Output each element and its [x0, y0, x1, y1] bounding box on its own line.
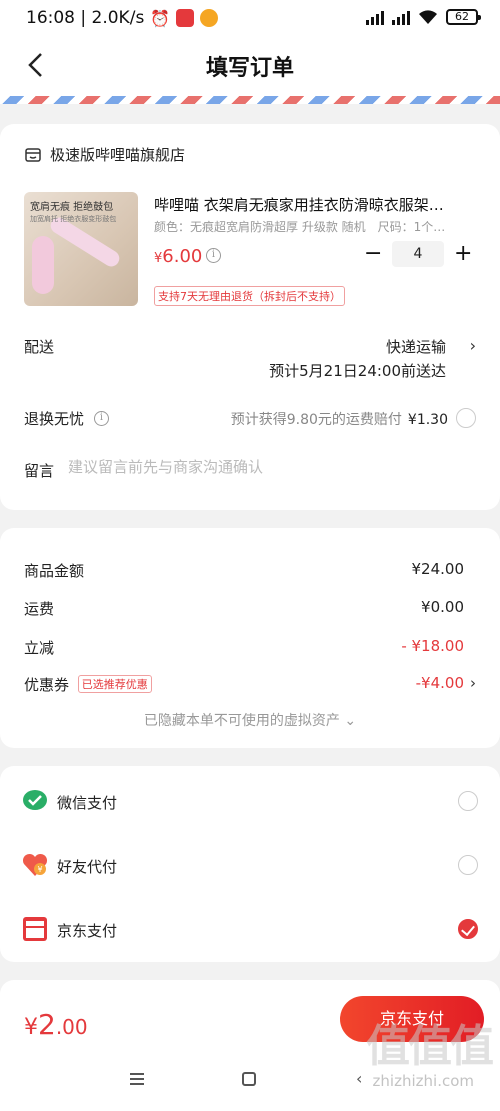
total-integer: 2 — [38, 1008, 56, 1041]
hidden-assets-toggle[interactable]: 已隐藏本单不可使用的虚拟资产 ⌄ — [0, 710, 500, 730]
freight-row: 运费 ¥0.00 — [24, 598, 464, 619]
discount-label: 立减 — [24, 639, 55, 657]
product-price: ¥6.00 i — [154, 246, 221, 267]
jd-pay-icon — [23, 917, 47, 941]
payment-option-friend[interactable]: ¥ 好友代付 — [0, 832, 500, 896]
total-price: ¥2.00 — [24, 1008, 88, 1041]
freight-label: 运费 — [24, 600, 55, 618]
goods-amount-row: 商品金额 ¥24.00 — [24, 560, 464, 581]
payment-methods-card: 微信支付 ¥ 好友代付 京东支付 — [0, 766, 500, 962]
info-icon[interactable]: i — [94, 411, 110, 426]
system-nav-bar: ‹ — [0, 1070, 500, 1090]
decrease-button[interactable]: − — [364, 243, 382, 265]
menu-icon[interactable] — [130, 1073, 144, 1085]
status-right: 62 — [366, 9, 481, 25]
status-left: 16:08 | 2.0K/s ⏰ — [26, 8, 219, 28]
product-image-subcaption: 加宽肩托 拒绝衣服变形鼓包 — [30, 215, 117, 223]
chevron-right-icon[interactable]: › — [470, 336, 476, 355]
wechat-pay-icon — [23, 790, 47, 810]
discount-value: - ¥18.00 — [401, 637, 464, 655]
return-worry-checkbox[interactable] — [456, 408, 476, 428]
return-worry-price: ¥1.30 — [407, 412, 448, 428]
signal-2-icon — [392, 9, 410, 25]
price-summary-card: 商品金额 ¥24.00 运费 ¥0.00 立减 - ¥18.00 优惠券 已选推… — [0, 528, 500, 748]
nav-back-icon[interactable]: ‹ — [356, 1071, 362, 1087]
payment-radio[interactable] — [458, 791, 478, 811]
watermark-logo: 值值值 — [366, 1021, 494, 1072]
payment-name: 好友代付 — [57, 858, 118, 876]
goods-amount-label: 商品金额 — [24, 562, 85, 580]
toutiao-icon — [176, 9, 195, 27]
payment-radio[interactable] — [458, 855, 478, 875]
product-spec[interactable]: 颜色：无痕超宽肩防滑超厚 升级款 随机 尺码：1个… — [154, 218, 464, 235]
order-item-card: 极速版哔哩喵旗舰店 宽肩无痕 拒绝鼓包 加宽肩托 拒绝衣服变形鼓包 哔哩喵 衣架… — [0, 124, 500, 510]
return-worry-desc: 预计获得9.80元的运费赔付 ¥1.30 — [231, 409, 448, 429]
shop-name: 极速版哔哩喵旗舰店 — [50, 146, 186, 164]
total-decimal: .00 — [55, 1015, 88, 1039]
signal-icon — [366, 9, 384, 25]
friend-pay-heart-icon: ¥ — [22, 853, 48, 876]
home-icon[interactable] — [242, 1072, 256, 1086]
chevron-right-icon[interactable]: › — [470, 674, 476, 692]
price-info-icon[interactable]: i — [206, 248, 221, 263]
payment-option-wechat[interactable]: 微信支付 — [0, 768, 500, 832]
shipping-label: 配送 — [24, 338, 55, 356]
coupon-tag: 已选推荐优惠 — [77, 675, 152, 693]
battery-icon: 62 — [446, 9, 481, 25]
total-symbol: ¥ — [24, 1015, 38, 1040]
alarm-icon: ⏰ — [150, 8, 171, 28]
memo-input[interactable] — [68, 458, 468, 476]
coupon-label: 优惠券 — [24, 676, 70, 694]
product-name[interactable]: 哔哩喵 衣架肩无痕家用挂衣防滑晾衣服架… — [154, 194, 476, 215]
quantity-value[interactable]: 4 — [392, 241, 444, 267]
goods-amount-value: ¥24.00 — [411, 560, 465, 578]
freight-value: ¥0.00 — [421, 598, 464, 616]
shop-icon — [25, 147, 41, 162]
product-image[interactable]: 宽肩无痕 拒绝鼓包 加宽肩托 拒绝衣服变形鼓包 — [24, 192, 138, 306]
quantity-stepper: − 4 + — [364, 241, 472, 267]
app-notification-icon — [200, 9, 219, 27]
price-value: 6.00 — [162, 246, 203, 267]
status-time: 16:08 | 2.0K/s — [26, 8, 145, 28]
return-policy-tag: 支持7天无理由退货（拆封后不支持） — [154, 286, 345, 306]
coupon-value: -¥4.00 — [415, 674, 464, 692]
svg-text:¥: ¥ — [37, 865, 42, 874]
payment-name: 京东支付 — [57, 922, 118, 940]
discount-row: 立减 - ¥18.00 — [24, 637, 464, 658]
shop-header[interactable]: 极速版哔哩喵旗舰店 — [24, 144, 185, 165]
product-image-caption: 宽肩无痕 拒绝鼓包 — [30, 202, 114, 213]
page-title: 填写订单 — [205, 56, 294, 81]
shipping-eta: 预计5月21日24:00前送达 — [269, 362, 446, 380]
status-bar: 16:08 | 2.0K/s ⏰ 62 — [0, 0, 500, 36]
return-worry-row: 退换无忧 i — [24, 408, 110, 429]
memo-label: 留言 — [24, 462, 55, 480]
header: 填写订单 — [0, 36, 500, 100]
increase-button[interactable]: + — [454, 243, 472, 265]
payment-name: 微信支付 — [57, 794, 118, 812]
payment-radio-selected[interactable] — [458, 919, 478, 939]
address-border-stripe — [0, 96, 500, 104]
return-worry-label: 退换无忧 — [24, 410, 85, 428]
payment-option-jd[interactable]: 京东支付 — [0, 896, 500, 960]
coupon-row[interactable]: 优惠券 已选推荐优惠 -¥4.00 — [24, 674, 464, 695]
hanger-shape — [32, 236, 54, 294]
wifi-icon — [419, 10, 437, 24]
shipping-method[interactable]: 快递运输 — [386, 336, 446, 357]
return-worry-text: 预计获得9.80元的运费赔付 — [230, 412, 402, 428]
